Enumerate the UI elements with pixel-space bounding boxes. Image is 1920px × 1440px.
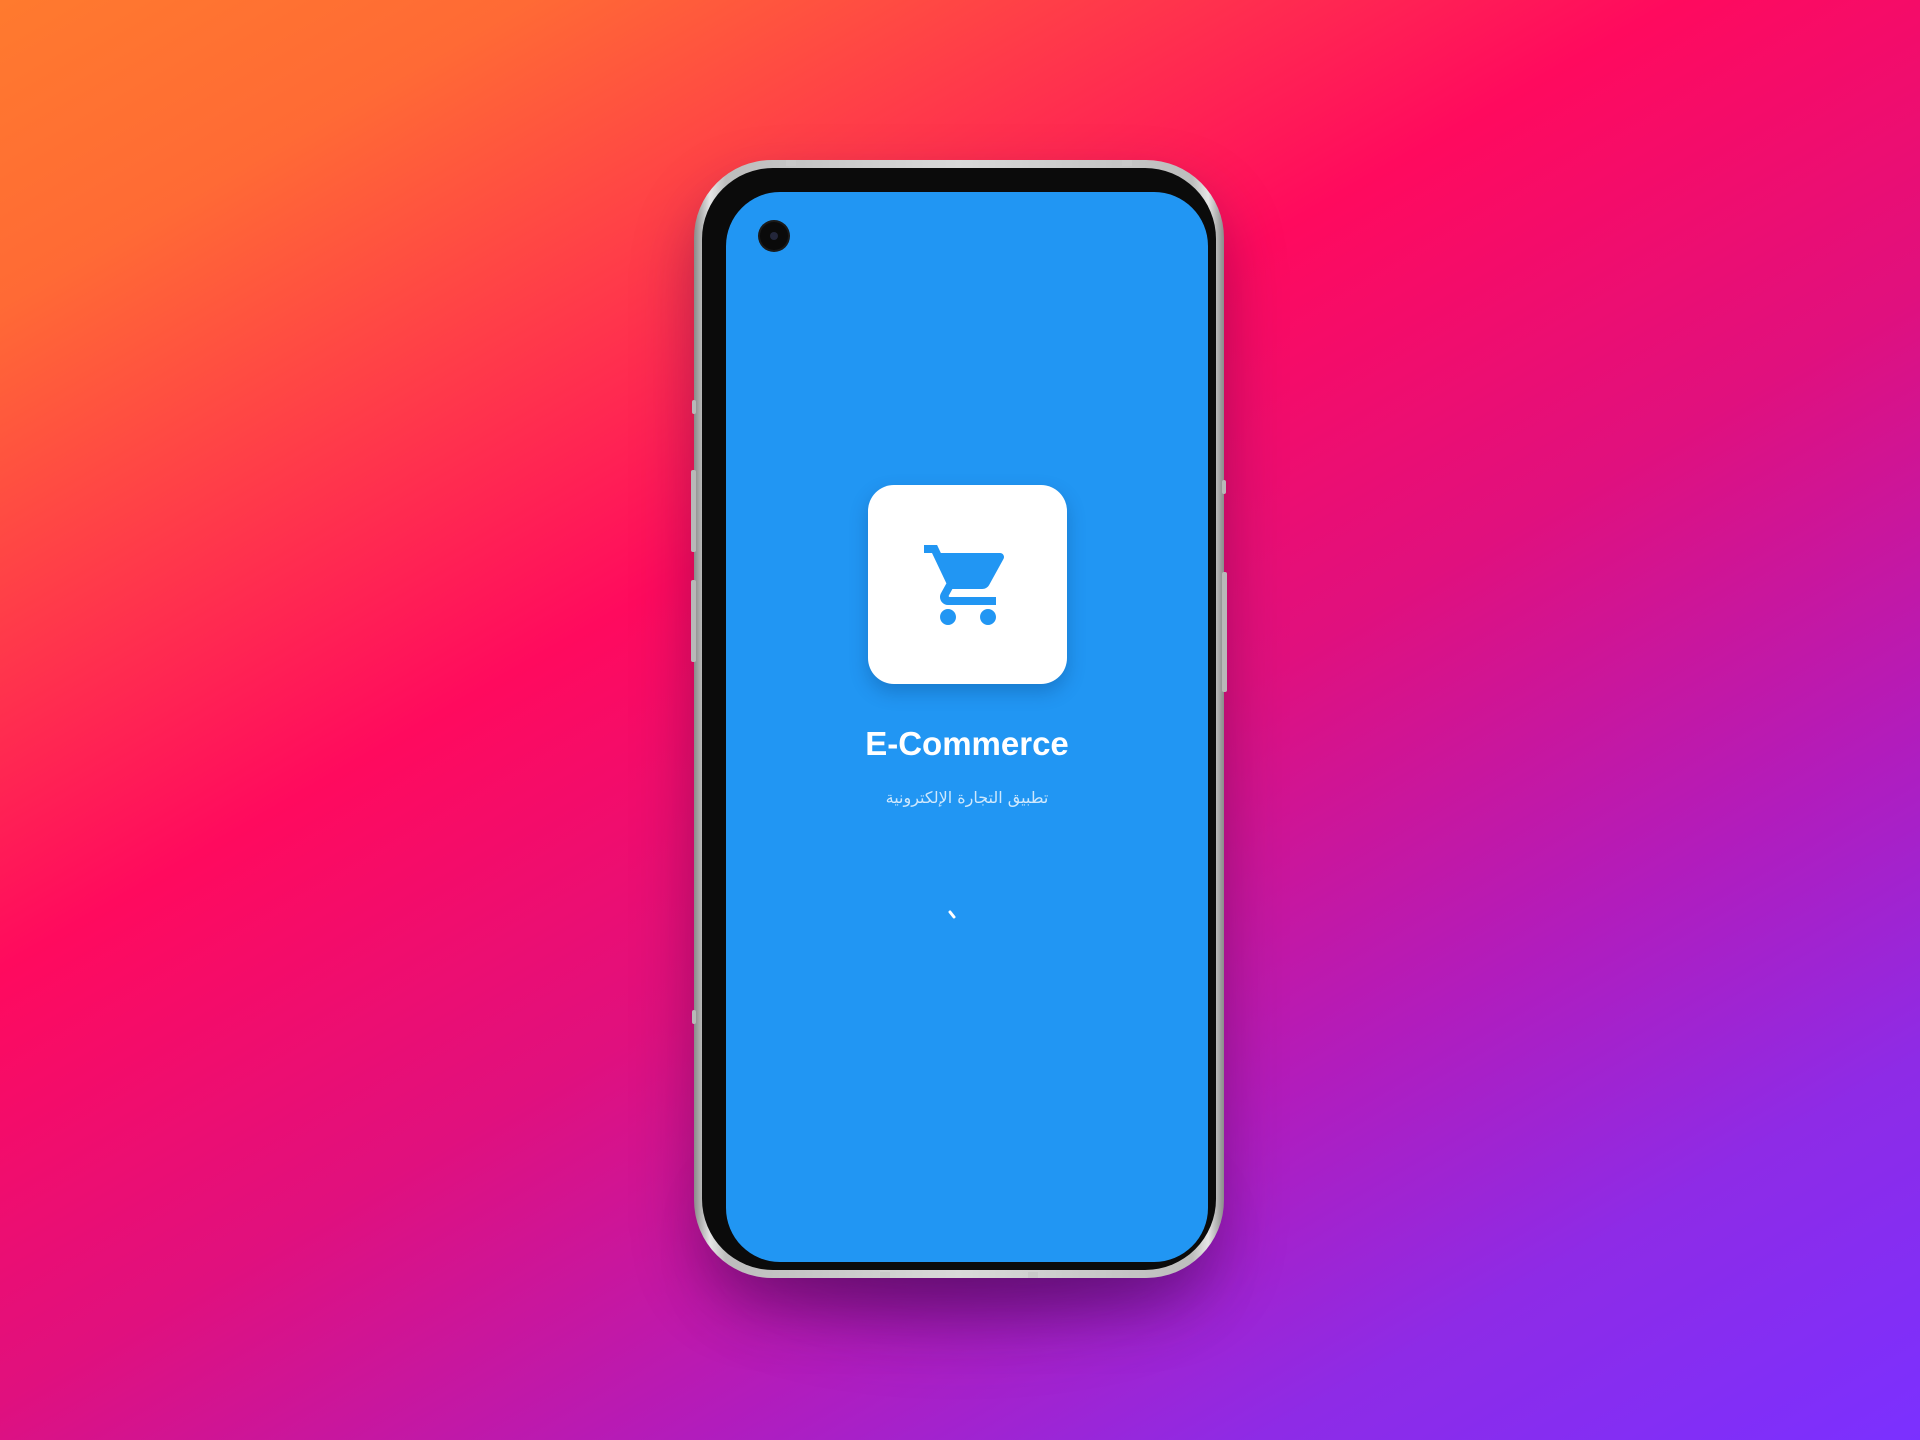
phone-device-frame: E-Commerce تطبيق التجارة الإلكترونية	[694, 160, 1224, 1278]
antenna-band	[1028, 1272, 1038, 1278]
app-title: E-Commerce	[865, 725, 1069, 762]
power-button[interactable]	[1222, 572, 1227, 692]
shopping-cart-icon	[923, 544, 1004, 625]
splash-screen: E-Commerce تطبيق التجارة الإلكترونية	[726, 192, 1208, 1262]
antenna-band	[880, 1272, 890, 1278]
front-camera	[760, 222, 788, 250]
antenna-band	[1122, 160, 1132, 166]
antenna-notch	[1222, 480, 1226, 494]
sim-tray	[692, 400, 696, 414]
antenna-band	[786, 160, 796, 166]
loading-spinner-icon	[948, 910, 956, 919]
phone-bezel: E-Commerce تطبيق التجارة الإلكترونية	[702, 168, 1216, 1270]
app-subtitle: تطبيق التجارة الإلكترونية	[885, 788, 1049, 807]
volume-up-button[interactable]	[691, 470, 696, 552]
volume-down-button[interactable]	[691, 580, 696, 662]
microphone-slot	[692, 1010, 696, 1024]
app-logo-tile	[868, 485, 1067, 684]
